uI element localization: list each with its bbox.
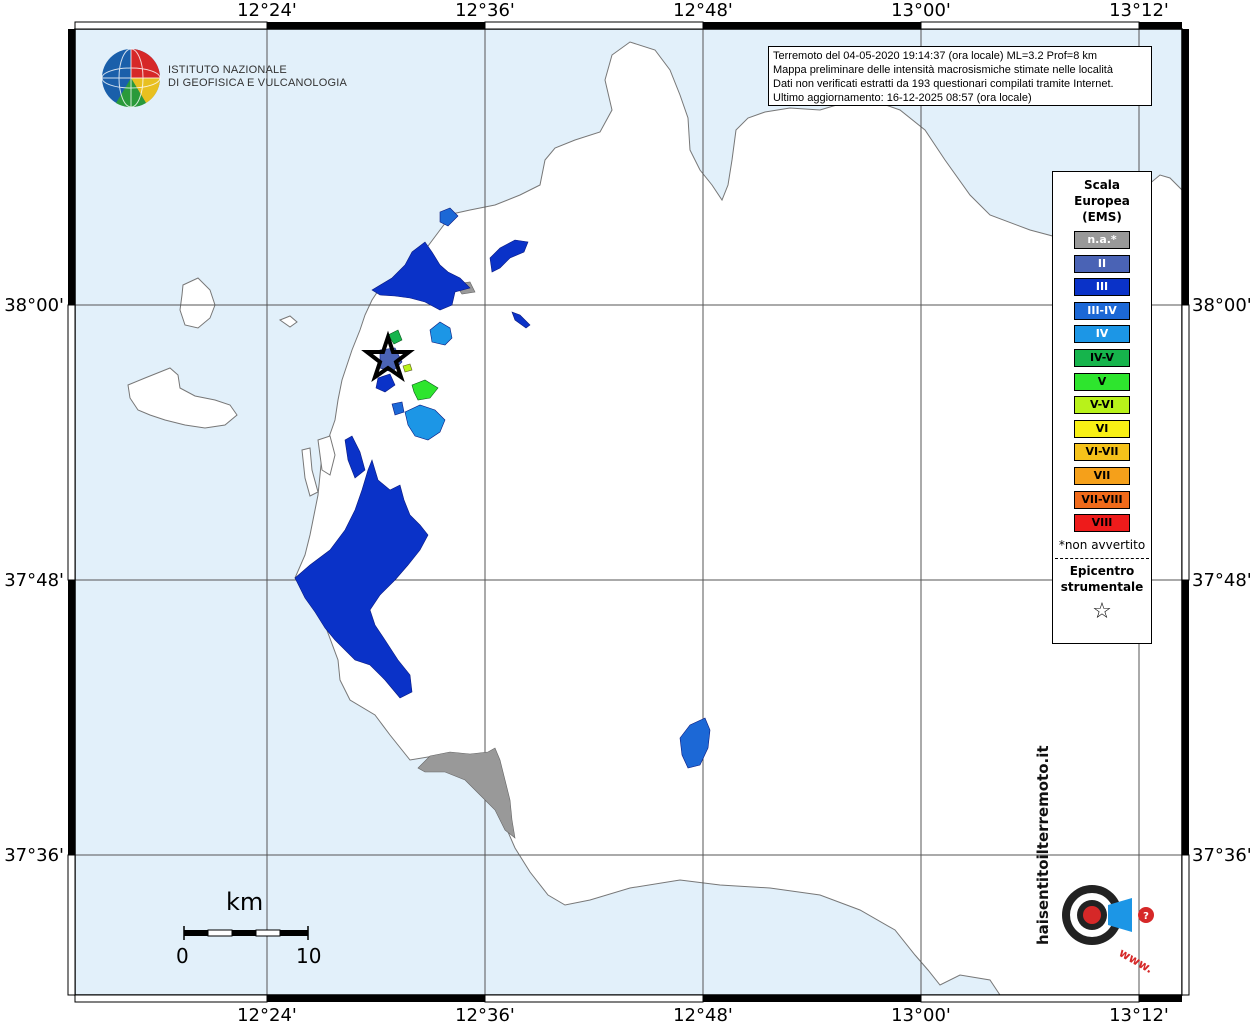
hsit-logo-text: haisentitoilterremoto.it — [1034, 745, 1052, 945]
legend-item: IV-V — [1074, 348, 1130, 367]
legend-title-line2: Europea — [1074, 194, 1130, 208]
legend-item: V — [1074, 372, 1130, 391]
intensity-legend: Scala Europea (EMS) n.a.* II III III-IV IV IV… — [1052, 171, 1152, 644]
lon-label-top: 12°36' — [455, 0, 515, 21]
scale-max: 10 — [296, 944, 322, 968]
lat-label-left: 38°00' — [4, 295, 64, 316]
event-info-line1: Terremoto del 04-05-2020 19:14:37 (ora l… — [773, 50, 1098, 62]
event-info-line3: Dati non verificati estratti da 193 ques… — [773, 78, 1114, 90]
legend-item: VI — [1074, 419, 1130, 438]
lon-label-bottom: 12°36' — [455, 1005, 515, 1024]
scale-min: 0 — [176, 944, 189, 968]
legend-note: *non avvertito — [1058, 537, 1146, 552]
legend-title-line1: Scala — [1083, 178, 1121, 192]
legend-item: III-IV — [1074, 301, 1130, 320]
legend-item: VIII — [1074, 514, 1130, 533]
legend-item: III — [1074, 278, 1130, 297]
legend-items: n.a.* II III III-IV IV IV-V V V-VI VI VI-VII VII VI… — [1053, 231, 1151, 533]
event-info-line2: Mappa preliminare delle intensità macros… — [773, 64, 1113, 76]
lon-label-bottom: 12°48' — [673, 1005, 733, 1024]
lon-label-top: 13°00' — [891, 0, 951, 21]
lat-label-right: 37°36' — [1192, 845, 1252, 866]
legend-epicenter-line1: Epicentro — [1069, 563, 1135, 578]
ingv-logo-text: ISTITUTO NAZIONALE DI GEOFISICA E VULCAN… — [168, 64, 347, 90]
ingv-line2: DI GEOFISICA E VULCANOLOGIA — [168, 77, 347, 89]
legend-epicenter-line2: strumentale — [1060, 579, 1144, 594]
legend-item: VII-VIII — [1074, 490, 1130, 509]
lon-label-bottom: 13°00' — [891, 1005, 951, 1024]
lon-label-bottom: 12°24' — [237, 1005, 297, 1024]
scale-unit: km — [226, 888, 264, 916]
ingv-logo-icon — [101, 48, 161, 108]
svg-text:?: ? — [1143, 911, 1149, 922]
ingv-line1: ISTITUTO NAZIONALE — [168, 64, 287, 76]
legend-item: IV — [1074, 325, 1130, 344]
lat-label-right: 38°00' — [1192, 295, 1252, 316]
legend-item: n.a.* — [1074, 231, 1130, 249]
legend-separator — [1055, 557, 1149, 559]
lon-label-top: 12°24' — [237, 0, 297, 21]
star-icon: ☆ — [1092, 598, 1112, 624]
legend-item: II — [1074, 254, 1130, 273]
legend-item: VII — [1074, 466, 1130, 485]
lat-label-left: 37°36' — [4, 845, 64, 866]
lon-label-bottom: 13°12' — [1109, 1005, 1169, 1024]
event-info-line4: Ultimo aggiornamento: 16-12-2025 08:57 (… — [773, 92, 1032, 104]
legend-item: V-VI — [1074, 396, 1130, 415]
lon-label-top: 12°48' — [673, 0, 733, 21]
event-info-box: Terremoto del 04-05-2020 19:14:37 (ora l… — [768, 46, 1152, 106]
legend-item: VI-VII — [1074, 443, 1130, 462]
lon-label-top: 13°12' — [1109, 0, 1169, 21]
legend-title: Scala Europea (EMS) — [1053, 177, 1151, 225]
lat-label-left: 37°48' — [4, 570, 64, 591]
lat-label-right: 37°48' — [1192, 570, 1252, 591]
legend-title-line3: (EMS) — [1082, 210, 1122, 224]
legend-epicenter-label: Epicentro strumentale — [1053, 563, 1151, 595]
